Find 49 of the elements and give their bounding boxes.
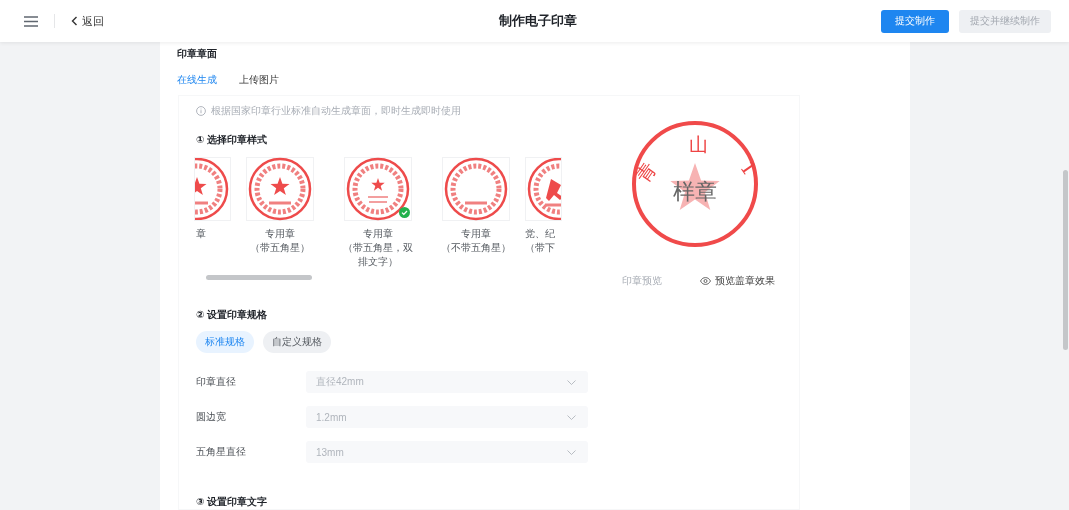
seal-style-label: 党、纪	[525, 227, 555, 241]
chevron-left-icon	[71, 16, 78, 26]
star-drawing	[670, 163, 720, 210]
back-link[interactable]: 返回	[71, 13, 104, 29]
horizontal-scrollbar[interactable]	[206, 275, 312, 280]
seal-arc-text: 1	[736, 156, 762, 180]
seal-style-option[interactable]	[442, 157, 510, 221]
seal-style-option[interactable]	[525, 157, 562, 221]
select-field[interactable]: 1.2mm	[306, 406, 588, 428]
tab[interactable]: 上传图片	[239, 73, 279, 92]
seal-style-label: 专用章	[363, 227, 393, 241]
seal-style-option[interactable]	[194, 157, 231, 221]
submit-button[interactable]: 提交制作	[881, 9, 949, 33]
seal-style-label: 章	[196, 227, 206, 241]
field-label: 五角星直径	[196, 445, 247, 459]
info-text: 根据国家印章行业标准自动生成章面，即时生成即时使用	[211, 104, 461, 118]
step-heading: ② 设置印章规格	[196, 308, 269, 322]
seal-style-label: 排文字）	[358, 255, 398, 269]
eye-icon	[699, 277, 711, 285]
menu-icon[interactable]	[24, 15, 38, 27]
select-field[interactable]: 13mm	[306, 441, 588, 463]
check-badge-icon	[399, 207, 410, 218]
page-title: 制作电子印章	[498, 12, 577, 30]
seal-style-option[interactable]	[344, 157, 412, 221]
preview-label: 印章预览	[621, 274, 662, 288]
section-title: 印章章面	[177, 47, 218, 61]
seal-arc-text: 青	[630, 157, 660, 187]
seal-style-label: 专用章	[265, 227, 295, 241]
chevron-down-icon	[567, 379, 576, 385]
spec-mode-chip[interactable]: 标准规格	[196, 331, 254, 353]
field-label: 圆边宽	[196, 410, 227, 424]
seal-style-label: （带五角星）	[250, 241, 310, 255]
vertical-scrollbar[interactable]	[1063, 170, 1068, 350]
step-heading: ① 选择印章样式	[196, 133, 269, 147]
seal-style-label: 专用章	[461, 227, 491, 241]
step-heading: ③ 设置印章文字	[196, 495, 269, 509]
info-icon	[196, 106, 206, 116]
seal-arc-text: 山	[688, 133, 708, 155]
field-label: 印章直径	[196, 375, 237, 389]
seal-style-label: （带五角星，双	[343, 241, 413, 255]
preview-stamp-link[interactable]: 预览盖章效果	[699, 274, 775, 288]
chevron-down-icon	[567, 414, 576, 420]
seal-style-label: （带下	[525, 241, 555, 255]
seal-style-label: （不带五角星）	[441, 241, 511, 255]
spec-mode-chip[interactable]: 自定义规格	[263, 331, 331, 353]
seal-style-option[interactable]	[246, 157, 314, 221]
seal-center-text: 样章	[673, 179, 717, 204]
tab[interactable]: 在线生成	[177, 73, 217, 92]
chevron-down-icon	[567, 449, 576, 455]
